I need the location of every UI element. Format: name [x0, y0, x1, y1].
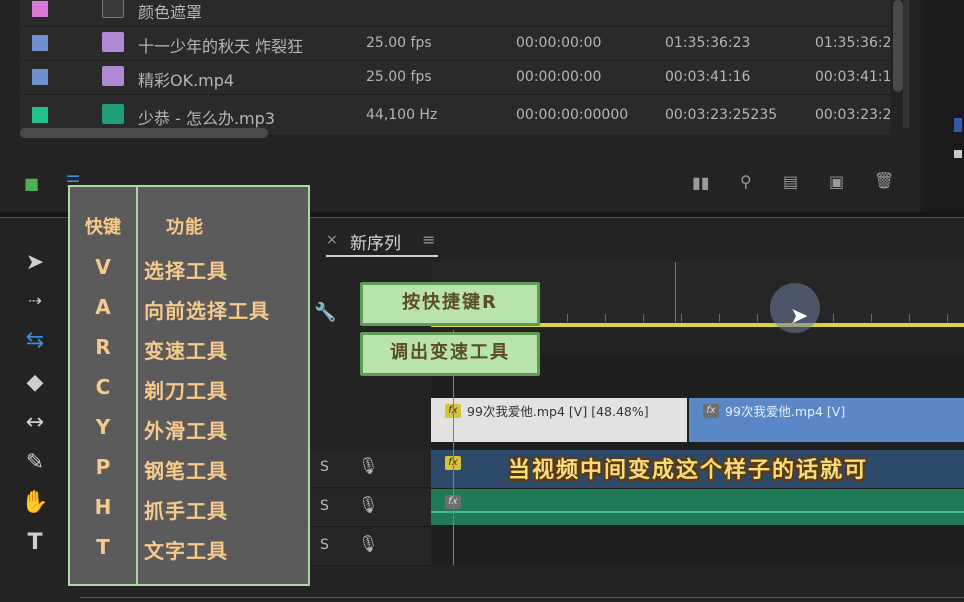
shortcut-key: Y: [95, 415, 111, 439]
tab-menu-icon[interactable]: ≡: [422, 230, 435, 249]
shortcut-key: H: [94, 495, 112, 519]
media-start: 00:00:00:00000: [516, 107, 629, 123]
solo-label[interactable]: S: [320, 537, 329, 553]
media-duration: 00:03:41:1: [815, 69, 890, 85]
audio-clip-icon: [102, 104, 124, 124]
frame-rate: 25.00 fps: [366, 69, 432, 85]
tab-active-indicator: [326, 255, 438, 257]
video-clip-icon: [102, 66, 124, 86]
bin-list: 颜色遮罩 十一少年的秋天 炸裂狂 25.00 fps 00:00:00:00 0…: [20, 0, 890, 135]
wrench-icon[interactable]: 🔧: [314, 302, 336, 323]
shortcut-table: 快键 功能 V 选择工具 A 向前选择工具 R 变速工具 C 剃刀工具 Y 外滑…: [68, 185, 310, 586]
video-clip-slowed[interactable]: fx99次我爱他.mp4 [V] [48.48%]: [431, 398, 687, 442]
automate-to-sequence-icon[interactable]: ▮▮: [692, 173, 710, 192]
clip-label: 99次我爱他.mp4 [V]: [725, 404, 846, 419]
pen-tool-icon[interactable]: ✎: [20, 448, 50, 478]
new-item-icon[interactable]: ▣: [829, 172, 844, 191]
media-duration: 01:35:36:2: [815, 35, 890, 51]
shortcut-function: 抓手工具: [144, 499, 228, 523]
slip-tool-icon[interactable]: ↔: [20, 408, 50, 438]
audio-clip[interactable]: fx: [431, 489, 964, 525]
clip-name: 颜色遮罩: [138, 3, 203, 22]
cursor-icon: ➤: [790, 304, 809, 329]
callout-result: 调出变速工具: [360, 332, 540, 376]
sample-rate: 44,100 Hz: [366, 107, 438, 123]
tab-label: 新序列: [350, 234, 401, 254]
trash-icon[interactable]: 🗑: [874, 171, 894, 190]
shortcut-key: P: [95, 455, 111, 479]
color-matte-icon: [102, 0, 124, 18]
video-clip[interactable]: fx 99次我爱他.mp4 [V]: [689, 398, 964, 442]
clip-name: 精彩OK.mp4: [138, 71, 235, 90]
voiceover-icon[interactable]: 🎙: [358, 534, 378, 553]
shortcut-function: 剃刀工具: [144, 379, 228, 403]
callout-shortcut: 按快捷键R: [360, 282, 540, 326]
razor-tool-icon[interactable]: ◆: [20, 368, 50, 398]
clip-label: 99次我爱他.mp4 [V] [48.48%]: [467, 404, 649, 419]
clip-name: 少恭 - 怎么办.mp3: [138, 109, 275, 128]
voiceover-icon[interactable]: 🎙: [358, 495, 378, 514]
clip-name: 十一少年的秋天 炸裂狂: [138, 37, 304, 56]
sequence-icon: [102, 32, 124, 52]
label-swatch[interactable]: [32, 1, 48, 17]
label-swatch[interactable]: [32, 35, 48, 51]
media-start: 00:00:00:00: [516, 69, 602, 85]
header-function: 功能: [166, 217, 204, 238]
shortcut-function: 选择工具: [144, 259, 228, 283]
shortcut-function: 外滑工具: [144, 419, 228, 443]
bin-row-color-matte[interactable]: 颜色遮罩: [20, 0, 890, 26]
bin-row-audio[interactable]: 少恭 - 怎么办.mp3 44,100 Hz 00:00:00:00000 00…: [20, 98, 890, 132]
callout-text: 调出变速工具: [390, 342, 510, 363]
media-end: 00:03:23:25235: [665, 107, 778, 123]
focus-outline-bottom: [80, 597, 964, 598]
bin-row-sequence[interactable]: 十一少年的秋天 炸裂狂 25.00 fps 00:00:00:00 01:35:…: [20, 26, 890, 60]
search-icon[interactable]: ⚲: [740, 172, 752, 191]
label-swatch[interactable]: [32, 69, 48, 85]
label-swatch[interactable]: [32, 107, 48, 123]
frame-rate: 25.00 fps: [366, 35, 432, 51]
callout-text: 按快捷键R: [402, 292, 498, 313]
shortcut-key: C: [95, 375, 111, 399]
media-start: 00:00:00:00: [516, 35, 602, 51]
shortcut-key: T: [96, 535, 110, 559]
media-end: 01:35:36:23: [665, 35, 751, 51]
shortcut-function: 变速工具: [144, 339, 228, 363]
table-divider: [136, 187, 138, 584]
selection-tool-icon[interactable]: ➤: [20, 248, 50, 278]
track-header-a3[interactable]: S 🎙: [310, 528, 431, 566]
new-bin-icon[interactable]: ▤: [783, 172, 798, 191]
solo-label[interactable]: S: [320, 459, 329, 475]
tab-close-icon[interactable]: ×: [326, 232, 338, 248]
track-header-a2[interactable]: S 🎙: [310, 489, 431, 527]
shortcut-key: V: [95, 255, 111, 279]
bin-row-video[interactable]: 精彩OK.mp4 25.00 fps 00:00:00:00 00:03:41:…: [20, 60, 890, 94]
media-end: 00:03:41:16: [665, 69, 751, 85]
scroll-track: [903, 0, 909, 128]
solo-label[interactable]: S: [320, 498, 329, 514]
media-duration: 00:03:23:2: [815, 107, 890, 123]
shortcut-function: 文字工具: [144, 539, 228, 563]
voiceover-icon[interactable]: 🎙: [358, 456, 378, 475]
fx-badge: fx: [703, 404, 719, 418]
video-subtitle: 当视频中间变成这个样子的话就可: [508, 458, 869, 483]
program-monitor-edge: [924, 0, 964, 215]
track-select-tool-icon[interactable]: ⇢: [20, 286, 50, 316]
shortcut-key: R: [95, 335, 111, 359]
track-header-a1[interactable]: S 🎙: [310, 450, 431, 488]
shortcut-function: 钢笔工具: [144, 459, 228, 483]
type-tool-icon[interactable]: T: [20, 528, 50, 558]
vertical-scrollbar[interactable]: [893, 0, 903, 92]
rate-stretch-tool-icon[interactable]: ⇆: [20, 326, 50, 356]
tools-panel: ➤ ⇢ ⇆ ◆ ↔ ✎ ✋ T: [0, 218, 68, 602]
horizontal-scrollbar[interactable]: [20, 128, 268, 138]
hand-tool-icon[interactable]: ✋: [20, 488, 50, 518]
tab-sequence[interactable]: × 新序列 ≡: [326, 228, 440, 256]
shortcut-key: A: [95, 295, 111, 319]
header-key: 快键: [85, 217, 121, 238]
lock-icon[interactable]: ■: [24, 174, 39, 193]
shortcut-function: 向前选择工具: [144, 299, 270, 323]
